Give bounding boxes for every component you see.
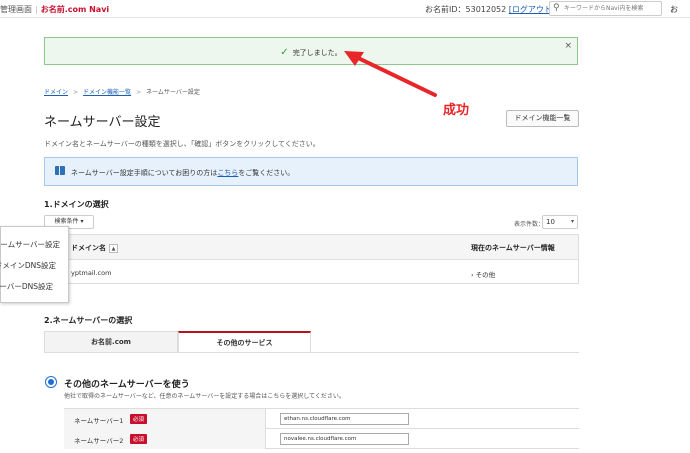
admin-link[interactable]: 管理画面 (0, 5, 32, 14)
domain-table: ドメイン名 ▲ 現在のネームサーバー情報 yptmail.com › その他 (44, 234, 579, 284)
info-text-before: ネームサーバー設定手順についてお困りの方は (71, 169, 218, 177)
page-description: ドメイン名とネームサーバーの種類を選択し、「確認」ボタンをクリックしてください。 (44, 140, 320, 148)
info-link[interactable]: こちら (217, 169, 238, 177)
col-current-nameserver: 現在のネームサーバー情報 (471, 244, 555, 252)
other-nameserver-radio[interactable] (45, 376, 57, 388)
popup-item-nameserver[interactable]: ネームサーバー設定 (0, 239, 60, 250)
current-nameserver-cell[interactable]: › その他 (471, 269, 495, 279)
close-icon[interactable]: × (564, 41, 572, 51)
per-page-label: 表示件数： (514, 221, 545, 228)
nameserver2-input[interactable] (280, 433, 409, 445)
tab-onamae[interactable]: お名前.com (44, 331, 178, 352)
per-page-value: 10 (546, 218, 555, 226)
chevron-down-icon: ▾ (570, 218, 574, 225)
table-header: ドメイン名 ▲ 現在のネームサーバー情報 (45, 235, 578, 260)
breadcrumb-domain[interactable]: ドメイン (44, 89, 68, 96)
sort-icon[interactable]: ▲ (109, 243, 118, 253)
account-id: お名前ID：53012052 (425, 5, 507, 14)
breadcrumb-separator: > (73, 89, 79, 96)
col-domain-name: ドメイン名 (71, 244, 106, 252)
required-badge: 必須 (130, 414, 148, 424)
account-info: お名前ID：53012052 [ログアウト] (425, 4, 555, 15)
breadcrumb: ドメイン > ドメイン機能一覧 > ネームサーバー設定 (44, 87, 200, 96)
info-box: ネームサーバー設定手順についてお困りの方はこちらをご覧ください。 (44, 157, 578, 186)
annotation-label: 成功 (443, 103, 470, 118)
success-message: 完了しました。 (292, 49, 342, 57)
success-banner: ✓ 完了しました。 × (44, 37, 578, 65)
popup-item-domain-dns[interactable]: ドメインDNS設定 (0, 260, 56, 271)
nameserver1-input[interactable] (280, 413, 409, 425)
annotation-arrow-icon (344, 51, 437, 97)
search-input[interactable] (564, 3, 660, 14)
domain-cell: yptmail.com (71, 269, 112, 277)
info-text-after: をご覧ください。 (238, 169, 295, 177)
breadcrumb-current: ネームサーバー設定 (146, 89, 200, 96)
nameserver-label: ネームサーバー1 (74, 417, 124, 425)
brand: 管理画面 | お名前.com Navi (0, 4, 109, 15)
navi-logo[interactable]: お名前.com Navi (41, 5, 109, 14)
domain-functions-button[interactable]: ドメイン機能一覧 (506, 110, 579, 127)
context-popup: ネームサーバー設定 ドメインDNS設定 サーバーDNS設定 (0, 226, 69, 303)
domain-section-title: 1.ドメインの選択 (44, 200, 109, 209)
tab-other-services[interactable]: その他のサービス (178, 331, 311, 352)
nameserver-tabs: お名前.com その他のサービス (44, 331, 579, 353)
breadcrumb-separator: > (136, 89, 142, 96)
search-box[interactable]: ⚲ (549, 1, 662, 16)
nameserver-section-title: 2.ネームサーバーの選択 (44, 316, 133, 325)
breadcrumb-domain-functions[interactable]: ドメイン機能一覧 (83, 89, 131, 96)
nameserver-table: ネームサーバー1 必須 ネームサーバー2 必須 (64, 408, 579, 453)
brand-separator: | (35, 5, 38, 14)
top-bar: 管理画面 | お名前.com Navi お名前ID：53012052 [ログアウト]… (0, 0, 690, 18)
page-title: ネームサーバー設定 (44, 115, 161, 130)
check-icon: ✓ (280, 47, 289, 58)
other-nameserver-description: 他社で取得のネームサーバーなど、任意のネームサーバーを設定する場合はこちらを選択… (64, 393, 345, 400)
nameserver-label: ネームサーバー2 (74, 437, 124, 445)
nameserver-row: ネームサーバー2 必須 (64, 429, 579, 449)
other-nameserver-label[interactable]: その他のネームサーバーを使う (64, 377, 190, 390)
nameserver-row: ネームサーバー1 必須 (64, 409, 579, 429)
user-menu-clipped[interactable]: お (670, 4, 678, 15)
search-icon[interactable]: ⚲ (553, 3, 560, 13)
required-badge: 必須 (130, 434, 148, 444)
per-page-select[interactable]: 10 ▾ (542, 215, 578, 229)
book-icon (55, 166, 65, 175)
popup-item-server-dns[interactable]: サーバーDNS設定 (0, 281, 53, 292)
